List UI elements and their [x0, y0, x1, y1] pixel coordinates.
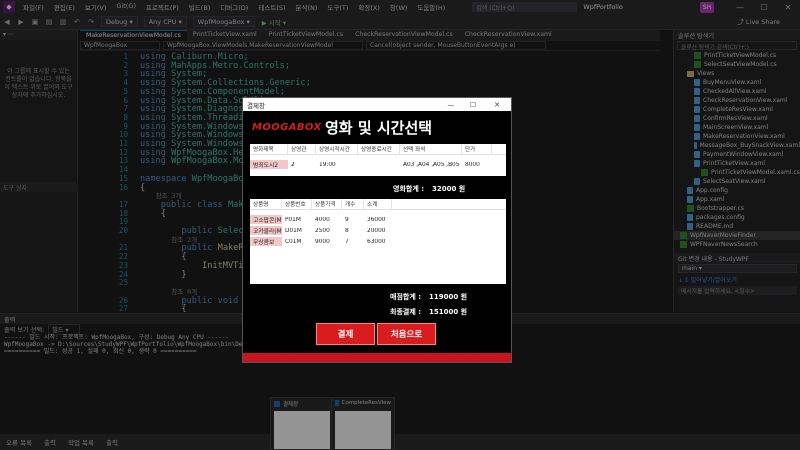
minimize-icon[interactable]: — — [443, 98, 459, 111]
movie-total-label: 영화합계 : — [393, 185, 424, 193]
column-header: 상품가격 — [312, 198, 342, 210]
table-cell: 9000 — [315, 238, 330, 245]
table-cell: C01M — [285, 238, 302, 245]
column-header: 상품번호 — [282, 198, 312, 210]
snack-table-header: 상품명 상품번호 상품가격 개수 소계 — [250, 198, 506, 210]
table-cell: 36000 — [367, 216, 386, 223]
snack-total-label: 매점합계 : — [390, 293, 421, 301]
column-header: 개수 — [342, 198, 364, 210]
column-header: 상영관 — [288, 143, 316, 155]
close-icon[interactable]: ✕ — [489, 98, 505, 111]
final-total-value: 151000 원 — [429, 308, 468, 316]
final-total: 최종결제 : 151000 원 — [381, 307, 467, 317]
table-cell: P01M — [285, 216, 301, 223]
table-cell: 8 — [345, 227, 349, 234]
final-total-label: 최종결제 : — [390, 308, 421, 316]
table-row[interactable]: 코카콜라(M) D01M 2500 8 20000 — [250, 225, 506, 236]
dialog-title-bar: 결제창 — ☐ ✕ — [243, 98, 511, 111]
table-cell: 19:00 — [319, 161, 336, 168]
column-header: 선택 좌석 — [400, 143, 462, 155]
movie-total: 영화합계 : 32000 원 — [393, 184, 465, 194]
table-cell: 2500 — [315, 227, 330, 234]
column-header: 상영시작시간 — [316, 143, 358, 155]
table-cell: 코카콜라(M) — [250, 226, 282, 235]
column-header: 상영종료시간 — [358, 143, 400, 155]
table-row[interactable]: 고소팝콘(M) P01M 4000 9 36000 — [250, 214, 506, 225]
table-cell: 범죄도시2 — [250, 160, 288, 169]
column-header: 단가 — [462, 143, 492, 155]
table-cell: 9 — [345, 216, 349, 223]
column-header: 상품명 — [250, 198, 282, 210]
movie-table: 영화제목 상영관 상영시작시간 상영종료시간 선택 좌석 단가 범죄도시2 2 19:00 A0… — [250, 143, 506, 176]
table-cell: 20000 — [367, 227, 386, 234]
snack-total: 매점합계 : 119000 원 — [381, 292, 467, 302]
snack-total-value: 119000 원 — [429, 293, 468, 301]
table-row[interactable]: 범죄도시2 2 19:00 A03 ,A04 ,A05 ,B05 8000 — [250, 159, 506, 170]
movie-total-value: 32000 원 — [432, 185, 466, 193]
snack-table-body: 고소팝콘(M) P01M 4000 9 36000 코카콜라(M) D01M 2500 8 200… — [250, 214, 506, 247]
table-cell: 7 — [345, 238, 349, 245]
movie-table-header: 영화제목 상영관 상영시작시간 상영종료시간 선택 좌석 단가 — [250, 143, 506, 155]
column-header: 영화제목 — [250, 143, 288, 155]
reset-button[interactable]: 처음으로 — [377, 323, 436, 345]
pay-button[interactable]: 결제 — [316, 323, 375, 345]
dialog-title: 결제창 — [247, 101, 265, 110]
dialog-heading: 영화 및 시간선택 — [325, 119, 433, 137]
maximize-icon[interactable]: ☐ — [465, 98, 481, 111]
moogabox-logo: MOOGABOX — [252, 122, 322, 133]
table-cell: 2 — [291, 161, 295, 168]
table-cell: 63000 — [367, 238, 386, 245]
snack-table: 상품명 상품번호 상품가격 개수 소계 고소팝콘(M) P01M 4000 9 36000 코카콜… — [250, 198, 506, 284]
table-cell: 4000 — [315, 216, 330, 223]
column-header: 소계 — [364, 198, 392, 210]
table-row[interactable]: 무상콤보 C01M 9000 7 63000 — [250, 236, 506, 247]
table-cell: D01M — [285, 227, 302, 234]
payment-dialog: 결제창 — ☐ ✕ MOOGABOX 영화 및 시간선택 영화제목 상영관 상영시작… — [242, 97, 512, 363]
dialog-footer-bar — [243, 353, 511, 362]
table-cell: 고소팝콘(M) — [250, 215, 282, 224]
table-cell: A03 ,A04 ,A05 ,B05 — [403, 161, 460, 168]
table-cell: 무상콤보 — [250, 237, 282, 246]
table-cell: 8000 — [465, 161, 480, 168]
